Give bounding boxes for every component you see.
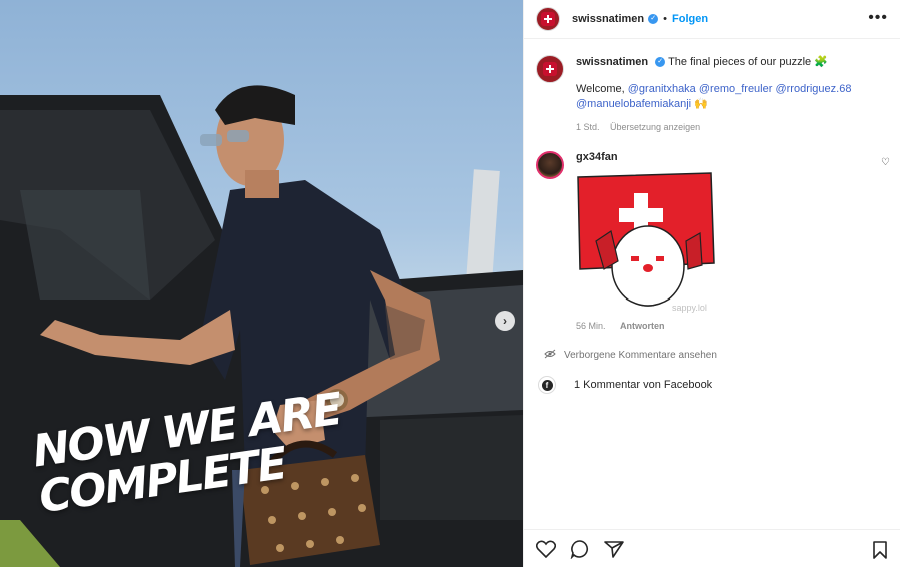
share-send-icon[interactable] [604,540,624,558]
comment-like-icon[interactable]: ♡ [881,157,890,168]
follow-button[interactable]: Folgen [672,13,708,25]
caption-body: swissnatimen ✓ The final pieces of our p… [576,55,888,135]
post-side-panel: swissnatimen ✓ • Folgen ••• swissnatimen… [523,0,900,567]
facebook-comments-button[interactable]: f 1 Kommentar von Facebook [524,362,900,394]
reply-button[interactable]: Antworten [620,321,665,331]
comment-bubble-icon[interactable] [570,539,590,559]
mention-link[interactable]: @remo_freuler [699,83,773,95]
caption-time[interactable]: 1 Std. [576,122,600,132]
more-options-icon[interactable]: ••• [868,10,888,26]
comment-sticker: sappy.lol [576,171,718,321]
comment-meta: 56 Min. Antworten [576,321,718,331]
caption-text: The final pieces of our puzzle [668,56,812,68]
mention-link[interactable]: @granitxhaka [628,83,696,95]
post-image[interactable]: NOW WE ARE COMPLETE › [0,0,523,567]
facebook-icon: f [538,376,556,394]
hidden-comments-button[interactable]: Verborgene Kommentare ansehen [524,331,900,362]
comment-body: gx34fan sappy.lol 56 Min. Antworten [576,151,718,331]
post-caption: swissnatimen ✓ The final pieces of our p… [524,39,900,135]
chevron-right-icon: › [503,314,507,328]
caption-welcome-line: Welcome, @granitxhaka @remo_freuler @rro… [576,82,888,112]
comment-item: gx34fan sappy.lol 56 Min. Antworten ♡ [524,135,900,331]
header-username[interactable]: swissnatimen [572,13,644,25]
verified-badge-icon: ✓ [648,14,659,24]
raised-hands-emoji: 🙌 [694,98,708,110]
mention-link[interactable]: @rrodriguez.68 [775,83,851,95]
sticker-watermark: sappy.lol [672,303,707,313]
instagram-post-dialog: NOW WE ARE COMPLETE › swissnatimen ✓ • F… [0,0,900,567]
bookmark-icon[interactable] [872,541,888,562]
caption-meta: 1 Std. Übersetzung anzeigen [576,120,888,135]
verified-badge-icon: ✓ [655,57,666,68]
post-actions-bar [524,529,900,567]
comment-username[interactable]: gx34fan [576,151,718,163]
comment-avatar[interactable] [536,151,564,179]
post-header: swissnatimen ✓ • Folgen ••• [524,0,900,39]
avatar[interactable] [536,7,560,31]
translate-button[interactable]: Übersetzung anzeigen [610,122,700,132]
eye-slash-icon [544,349,556,362]
like-heart-icon[interactable] [536,540,556,558]
caption-welcome: Welcome, [576,83,625,95]
comment-time[interactable]: 56 Min. [576,321,606,331]
facebook-comments-label: 1 Kommentar von Facebook [574,379,713,391]
swiss-crest-icon [543,62,557,76]
separator-dot: • [663,13,667,25]
caption-avatar[interactable] [536,55,564,83]
hidden-comments-label: Verborgene Kommentare ansehen [564,350,717,361]
swiss-crest-icon [541,12,555,26]
caption-username[interactable]: swissnatimen [576,56,648,68]
mention-link[interactable]: @manuelobafemiakanji [576,98,691,110]
seal-flag-sticker-icon: sappy.lol [577,172,715,313]
next-image-button[interactable]: › [495,311,515,331]
puzzle-emoji: 🧩 [814,56,828,68]
